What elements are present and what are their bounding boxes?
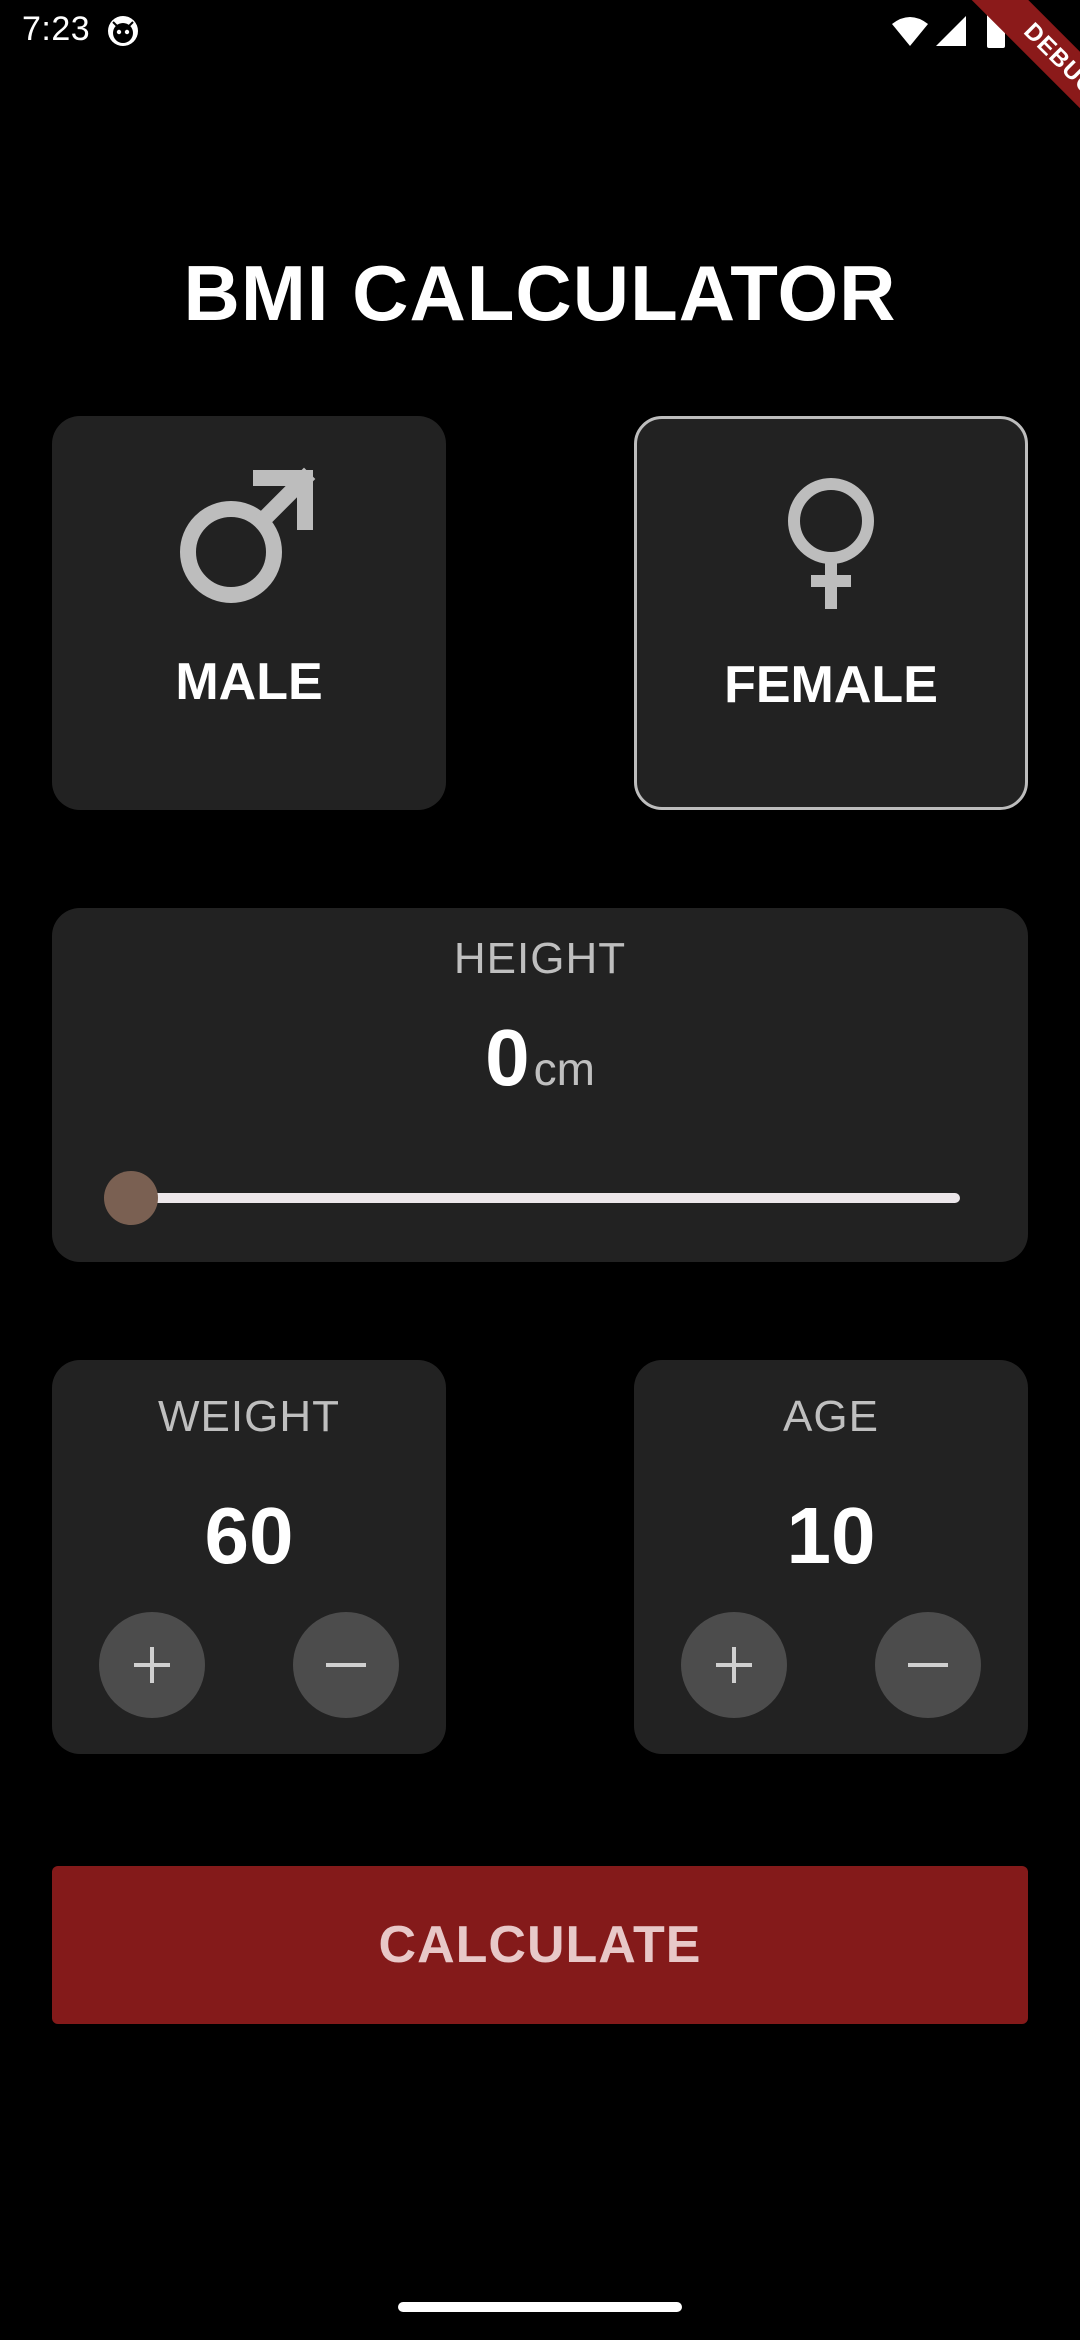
minus-icon: [908, 1663, 948, 1667]
android-face-icon: [108, 16, 138, 46]
height-readout: 0cm: [52, 1012, 1028, 1104]
page-title: BMI CALCULATOR: [183, 249, 897, 337]
male-symbol-icon: [180, 467, 316, 603]
male-gender-card[interactable]: MALE: [52, 416, 446, 810]
weight-increment-button[interactable]: [99, 1612, 205, 1718]
female-label: FEMALE: [724, 656, 938, 714]
age-decrement-button[interactable]: [875, 1612, 981, 1718]
home-indicator[interactable]: [398, 2302, 682, 2312]
minus-icon: [326, 1663, 366, 1667]
male-label: MALE: [175, 653, 323, 711]
weight-label: WEIGHT: [158, 1392, 340, 1441]
female-symbol-icon: [788, 478, 874, 609]
height-slider-track[interactable]: [118, 1193, 960, 1203]
weight-decrement-button[interactable]: [293, 1612, 399, 1718]
female-gender-card[interactable]: FEMALE: [634, 416, 1028, 810]
plus-icon: [716, 1647, 752, 1683]
debug-ribbon-label: DEBUG: [953, 0, 1080, 160]
height-value: 0: [485, 1013, 530, 1102]
age-value: 10: [786, 1491, 876, 1580]
height-card: HEIGHT 0cm: [52, 908, 1028, 1262]
status-bar: 7:23: [0, 0, 1080, 64]
height-unit: cm: [533, 1043, 595, 1095]
debug-banner: DEBUG: [920, 0, 1080, 160]
height-slider-thumb[interactable]: [104, 1171, 158, 1225]
age-card: AGE 10: [634, 1360, 1028, 1754]
age-increment-button[interactable]: [681, 1612, 787, 1718]
weight-value: 60: [204, 1491, 294, 1580]
weight-card: WEIGHT 60: [52, 1360, 446, 1754]
height-label: HEIGHT: [453, 934, 627, 983]
age-label: AGE: [783, 1392, 879, 1441]
calculate-button[interactable]: CALCULATE: [52, 1866, 1028, 2024]
plus-icon: [134, 1647, 170, 1683]
status-time: 7:23: [22, 10, 91, 48]
